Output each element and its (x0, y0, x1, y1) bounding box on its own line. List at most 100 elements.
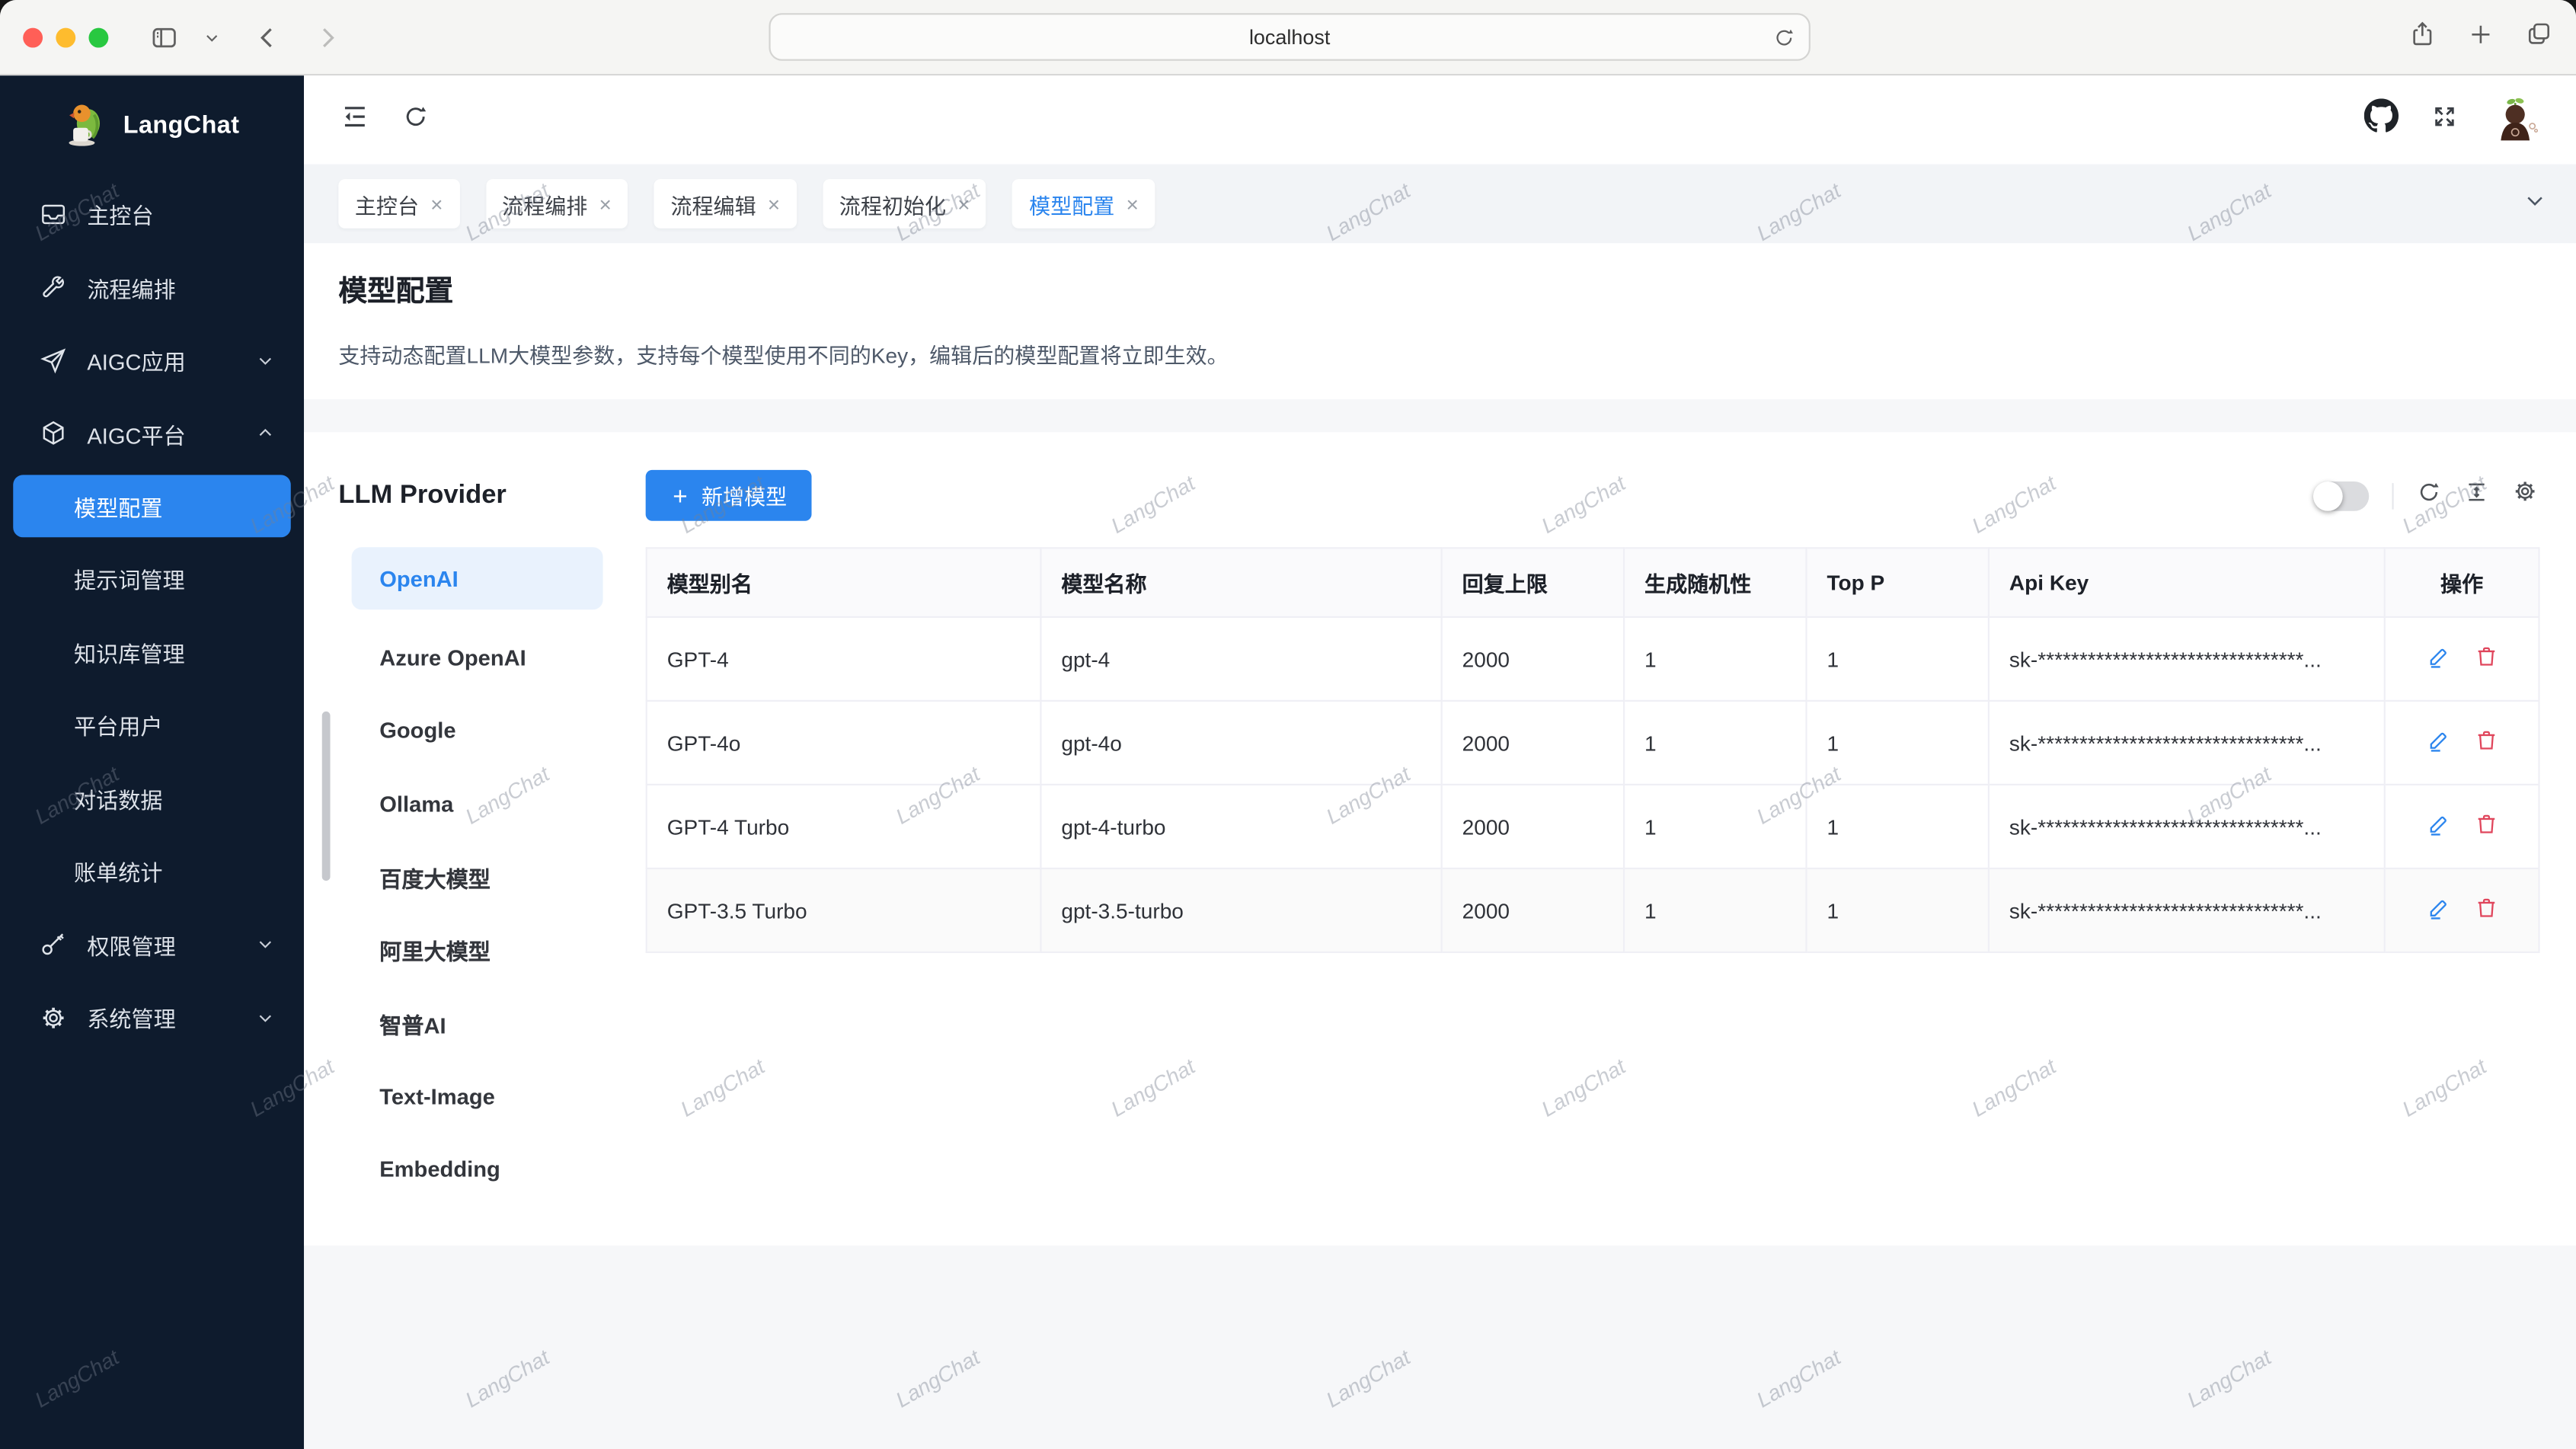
tools-icon (40, 273, 68, 302)
cell-alias: GPT-4o (647, 701, 1041, 785)
tab-close-icon[interactable]: × (768, 193, 780, 214)
browser-sidebar-icon[interactable] (148, 22, 181, 52)
tab-flow-edit[interactable]: 流程编辑 × (654, 179, 797, 229)
app-header (304, 75, 2576, 164)
page-refresh-icon[interactable] (402, 103, 429, 137)
close-window-button[interactable] (23, 27, 43, 47)
address-bar-url: localhost (1249, 25, 1330, 48)
sidebar-item-system-management[interactable]: 系统管理 (0, 981, 304, 1054)
tab-overview-icon[interactable] (2525, 20, 2553, 56)
table-refresh-icon[interactable] (2417, 479, 2441, 512)
browser-toolbar: localhost (0, 0, 2576, 75)
forward-button[interactable] (312, 22, 342, 52)
tab-dashboard[interactable]: 主控台 × (338, 179, 459, 229)
cell-alias: GPT-3.5 Turbo (647, 868, 1041, 952)
provider-google[interactable]: Google (352, 694, 603, 767)
tab-model-config[interactable]: 模型配置 × (1013, 179, 1155, 229)
provider-baidu[interactable]: 百度大模型 (352, 840, 603, 913)
provider-ollama[interactable]: Ollama (352, 767, 603, 840)
row-density-icon[interactable] (2464, 479, 2488, 512)
new-tab-icon[interactable] (2468, 21, 2495, 55)
table-toolbar (2313, 478, 2538, 513)
sidebar-item-knowledge-base[interactable]: 知识库管理 (0, 616, 304, 689)
menu-fold-icon[interactable] (340, 101, 369, 139)
sidebar-item-label: 流程编排 (87, 270, 175, 303)
edit-icon[interactable] (2426, 896, 2450, 920)
zoom-window-button[interactable] (88, 27, 108, 47)
sidebar-item-aigc-app[interactable]: AIGC应用 (0, 324, 304, 397)
key-icon (40, 930, 68, 958)
cell-top-p: 1 (1807, 868, 1989, 952)
cell-name: gpt-4o (1040, 701, 1441, 785)
sidebar-item-label: 模型配置 (74, 490, 162, 523)
sidebar-item-flow-arrange[interactable]: 流程编排 (0, 251, 304, 324)
reload-icon[interactable] (1772, 27, 1795, 55)
add-model-button[interactable]: 新增模型 (646, 470, 812, 521)
provider-openai[interactable]: OpenAI (352, 547, 603, 609)
tab-flow-init[interactable]: 流程初始化 × (823, 179, 986, 229)
sidebar-item-label: 平台用户 (74, 709, 162, 741)
plus-icon (670, 485, 690, 505)
chevron-down-icon (256, 936, 274, 954)
sidebar-item-permissions[interactable]: 权限管理 (0, 908, 304, 981)
sidebar-item-prompt-management[interactable]: 提示词管理 (0, 542, 304, 616)
delete-icon[interactable] (2473, 896, 2498, 920)
cell-alias: GPT-4 (647, 617, 1041, 701)
cell-temperature: 1 (1624, 785, 1806, 868)
sidebar-item-label: AIGC应用 (87, 344, 185, 376)
tab-close-icon[interactable]: × (1126, 193, 1138, 214)
main-content: 主控台 × 流程编排 × 流程编辑 × 流程初始化 × 模型配置 × (304, 75, 2576, 1449)
app-title: LangChat (123, 111, 240, 139)
github-icon[interactable] (2364, 98, 2399, 141)
sidebar-item-label: 账单统计 (74, 855, 162, 888)
delete-icon[interactable] (2473, 728, 2498, 753)
sidebar-item-label: 主控台 (87, 197, 153, 230)
provider-azure-openai[interactable]: Azure OpenAI (352, 621, 603, 694)
cell-name: gpt-3.5-turbo (1040, 868, 1441, 952)
share-icon[interactable] (2408, 20, 2437, 56)
sidebar-item-label: 提示词管理 (74, 562, 185, 595)
table-settings-gear-icon[interactable] (2512, 478, 2539, 513)
chevron-down-icon[interactable] (203, 29, 220, 46)
edit-icon[interactable] (2426, 645, 2450, 669)
user-avatar[interactable] (2491, 95, 2540, 145)
sidebar-item-aigc-platform[interactable]: AIGC平台 (0, 397, 304, 470)
provider-embedding[interactable]: Embedding (352, 1133, 603, 1206)
tab-flow-arrange[interactable]: 流程编排 × (486, 179, 628, 229)
fullscreen-icon[interactable] (2431, 103, 2458, 137)
sidebar-item-dashboard[interactable]: 主控台 (0, 178, 304, 251)
toolbar-divider (2392, 482, 2393, 509)
tab-close-icon[interactable]: × (599, 193, 611, 214)
back-button[interactable] (253, 22, 283, 52)
delete-icon[interactable] (2473, 812, 2498, 836)
sidebar-menu: 主控台 流程编排 AIGC应用 (0, 178, 304, 1054)
edit-icon[interactable] (2426, 728, 2450, 753)
tab-list-chevron-icon[interactable] (2523, 188, 2546, 219)
delete-icon[interactable] (2473, 645, 2498, 669)
toggle-switch[interactable] (2313, 481, 2369, 510)
cell-temperature: 1 (1624, 868, 1806, 952)
sidebar-item-platform-users[interactable]: 平台用户 (0, 689, 304, 762)
provider-scrollbar[interactable] (322, 712, 331, 881)
col-model-name: 模型名称 (1040, 548, 1441, 617)
sidebar-item-model-config[interactable]: 模型配置 (13, 475, 291, 537)
provider-text-image[interactable]: Text-Image (352, 1060, 603, 1133)
tab-bar: 主控台 × 流程编排 × 流程编辑 × 流程初始化 × 模型配置 × (304, 165, 2576, 244)
cell-temperature: 1 (1624, 617, 1806, 701)
cell-name: gpt-4-turbo (1040, 785, 1441, 868)
provider-zhipu[interactable]: 智普AI (352, 987, 603, 1060)
sidebar-item-billing-stats[interactable]: 账单统计 (0, 835, 304, 908)
sidebar-item-chat-data[interactable]: 对话数据 (0, 762, 304, 835)
tab-label: 模型配置 (1029, 188, 1114, 219)
tab-close-icon[interactable]: × (430, 193, 443, 214)
col-api-key: Api Key (1989, 548, 2385, 617)
tab-close-icon[interactable]: × (957, 193, 970, 214)
address-bar[interactable]: localhost (769, 13, 1810, 61)
provider-ali[interactable]: 阿里大模型 (352, 913, 603, 987)
tab-label: 主控台 (355, 188, 419, 219)
edit-icon[interactable] (2426, 812, 2450, 836)
cell-api-key: sk-********************************... (1989, 785, 2385, 868)
col-max-tokens: 回复上限 (1442, 548, 1624, 617)
minimize-window-button[interactable] (56, 27, 75, 47)
table-row: GPT-4 Turbo gpt-4-turbo 2000 1 1 sk-****… (647, 785, 2539, 868)
